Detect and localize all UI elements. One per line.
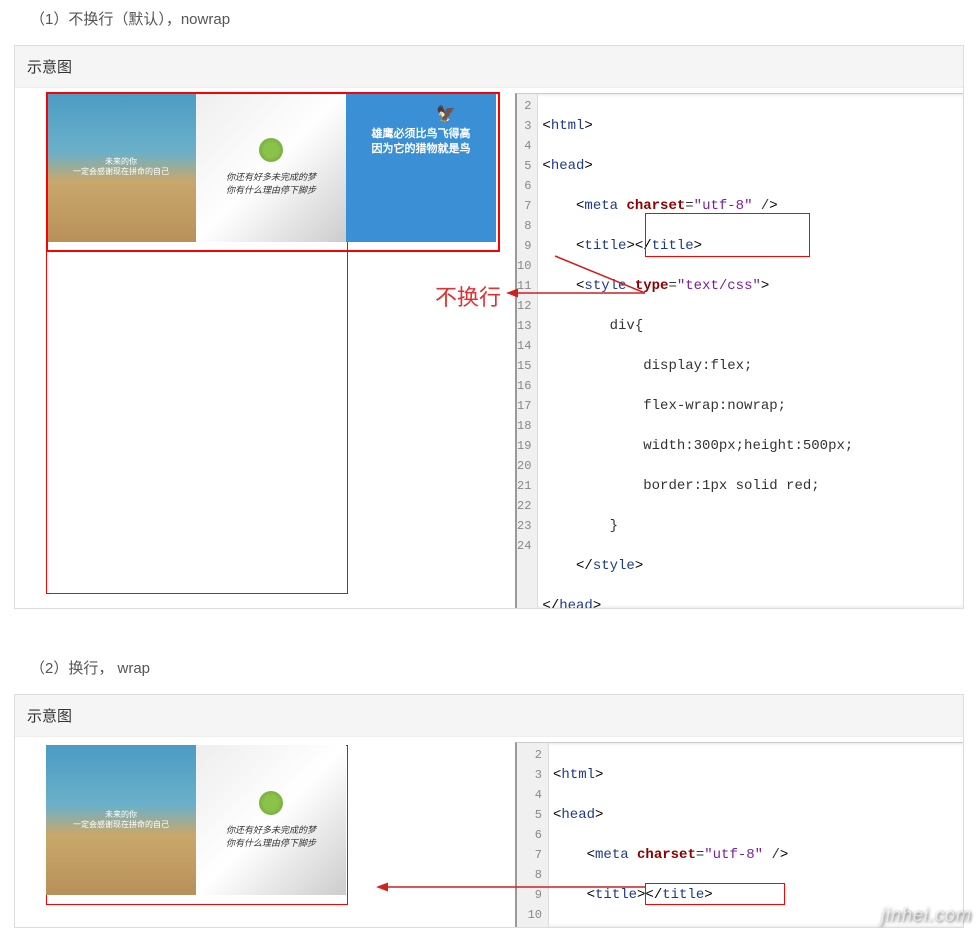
code-border: border:1px solid red; [643,478,819,494]
leaf-icon-2 [259,791,283,815]
thumb1-text-2: 一定会感谢现在拼命的自己 [73,167,169,177]
section1-panel: 示意图 未来的你 一定会感谢现在拼命的自己 你还有好多未完成的梦 你有什么理由停… [14,45,964,609]
bird-icon: 🦅 [436,104,456,126]
leaf-icon [259,138,283,162]
section2-panel-header: 示意图 [15,695,963,737]
image-thumb-3: 🦅 雄鹰必须比鸟飞得高 因为它的猎物就是鸟 [346,92,496,242]
code-content-2: <html> <head> <meta charset="utf-8" /> <… [549,743,963,927]
section1-title: （1）不换行（默认），nowrap [0,0,978,37]
section2-title: （2）换行， wrap [0,649,978,686]
images-row-nowrap: 未来的你 一定会感谢现在拼命的自己 你还有好多未完成的梦 你有什么理由停下脚步 … [46,92,496,242]
line-gutter-2: 2345678910 [517,743,549,927]
image-thumb-1: 未来的你 一定会感谢现在拼命的自己 [46,92,196,242]
thumb1-text-1: 未来的你 [73,157,169,167]
code-editor-1[interactable]: 23456789101112131415161718192021222324 <… [515,93,963,608]
section2-panel: 示意图 未来的你 一定会感谢现在拼命的自己 你还有好多未完成的梦 你有什么理由 [14,694,964,928]
code-width-height: width:300px;height:500px; [643,438,853,454]
image-thumb-1b: 未来的你 一定会感谢现在拼命的自己 [46,745,196,895]
section1-panel-body: 未来的你 一定会感谢现在拼命的自己 你还有好多未完成的梦 你有什么理由停下脚步 … [15,88,963,608]
thumb1b-text-1: 未来的你 [73,810,169,820]
preview-column-1: 未来的你 一定会感谢现在拼命的自己 你还有好多未完成的梦 你有什么理由停下脚步 … [15,88,515,608]
thumb1b-text-2: 一定会感谢现在拼命的自己 [73,820,169,830]
section2-panel-body: 未来的你 一定会感谢现在拼命的自己 你还有好多未完成的梦 你有什么理由停下脚步 [15,737,963,927]
thumb2b-text-2: 你有什么理由停下脚步 [226,836,316,849]
thumb2-text-1: 你还有好多未完成的梦 [226,170,316,183]
line-gutter: 23456789101112131415161718192021222324 [517,94,538,608]
code-flex-wrap-nowrap: flex-wrap:nowrap; [643,398,786,414]
code-content-1: <html> <head> <meta charset="utf-8" /> <… [538,94,963,608]
nowrap-annotation-label: 不换行 [435,280,501,312]
thumb3-text-2: 因为它的猎物就是鸟 [372,143,471,155]
watermark-text: jinhei.com [881,905,972,926]
images-row-wrap: 未来的你 一定会感谢现在拼命的自己 你还有好多未完成的梦 你有什么理由停下脚步 [46,745,346,895]
code-editor-2[interactable]: 2345678910 <html> <head> <meta charset="… [515,742,963,927]
section1-panel-header: 示意图 [15,46,963,88]
code-column-2: 2345678910 <html> <head> <meta charset="… [515,737,963,927]
thumb2b-text-1: 你还有好多未完成的梦 [226,823,316,836]
thumb2-text-2: 你有什么理由停下脚步 [226,183,316,196]
thumb3-text-1: 雄鹰必须比鸟飞得高 [372,128,471,140]
code-column-1: 23456789101112131415161718192021222324 <… [515,88,963,608]
preview-column-2: 未来的你 一定会感谢现在拼命的自己 你还有好多未完成的梦 你有什么理由停下脚步 [15,737,515,927]
image-thumb-2b: 你还有好多未完成的梦 你有什么理由停下脚步 [196,745,346,895]
code-div-selector: div{ [610,318,644,334]
image-thumb-2: 你还有好多未完成的梦 你有什么理由停下脚步 [196,92,346,242]
code-display-flex: display:flex; [643,358,752,374]
